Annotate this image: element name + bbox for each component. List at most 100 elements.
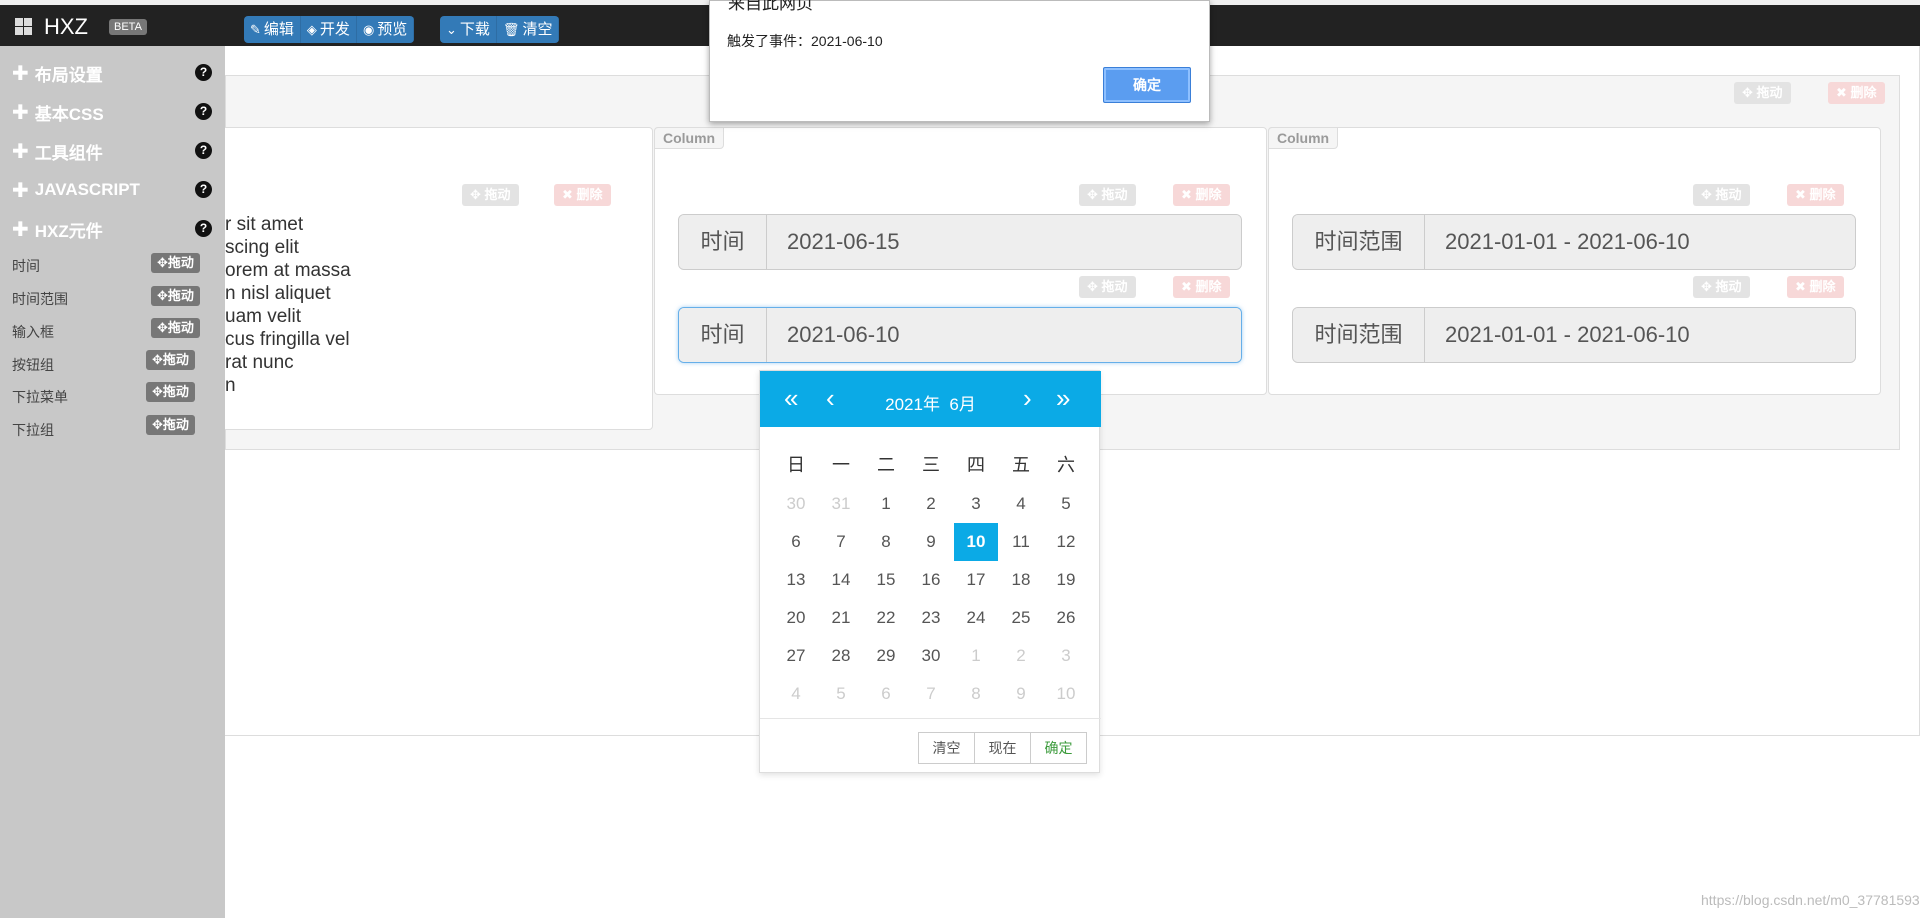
day-cell[interactable]: 13 <box>774 561 818 599</box>
day-cell[interactable]: 29 <box>864 637 908 675</box>
day-cell[interactable]: 1 <box>954 637 998 675</box>
sidebar-section-css[interactable]: ✚ 基本CSS <box>12 100 104 124</box>
sidebar-section-tools[interactable]: ✚ 工具组件 <box>12 139 103 163</box>
range-input[interactable]: 2021-01-01 - 2021-06-10 <box>1425 308 1855 362</box>
now-button[interactable]: 现在 <box>974 732 1031 764</box>
day-cell[interactable]: 21 <box>819 599 863 637</box>
drag-handle-time[interactable]: ✥拖动 <box>151 253 200 273</box>
help-icon[interactable]: ? <box>195 64 212 81</box>
day-cell[interactable]: 31 <box>819 485 863 523</box>
alert-ok-button[interactable]: 确定 <box>1103 67 1191 103</box>
alert-message: 触发了事件：2021-06-10 <box>727 33 883 49</box>
col3b-delete-label: 删除 <box>1809 279 1836 294</box>
day-cell[interactable]: 7 <box>819 523 863 561</box>
sidebar-section-hxz[interactable]: ✚ HXZ元件 <box>12 217 103 241</box>
download-button[interactable]: ⌄ 下载 <box>440 16 497 43</box>
day-cell[interactable]: 6 <box>864 675 908 713</box>
help-icon[interactable]: ? <box>195 142 212 159</box>
col3-delete-button[interactable]: ✖ 删除 <box>1787 184 1844 206</box>
day-cell[interactable]: 15 <box>864 561 908 599</box>
day-cell[interactable]: 20 <box>774 599 818 637</box>
day-cell[interactable]: 30 <box>909 637 953 675</box>
day-cell[interactable]: 8 <box>864 523 908 561</box>
eye-icon: ◉ <box>362 22 375 37</box>
col2b-delete-button[interactable]: ✖ 删除 <box>1173 276 1230 298</box>
day-cell[interactable]: 27 <box>774 637 818 675</box>
col1-delete-button[interactable]: ✖ 删除 <box>554 184 611 206</box>
clear-date-button[interactable]: 清空 <box>918 732 975 764</box>
time-input-active[interactable]: 2021-06-10 <box>767 308 1241 362</box>
day-cell[interactable]: 6 <box>774 523 818 561</box>
day-cell[interactable]: 8 <box>954 675 998 713</box>
day-cell[interactable]: 1 <box>864 485 908 523</box>
develop-button[interactable]: ◈ 开发 <box>300 16 357 43</box>
day-cell[interactable]: 9 <box>999 675 1043 713</box>
range-input[interactable]: 2021-01-01 - 2021-06-10 <box>1425 215 1855 269</box>
day-cell[interactable]: 2 <box>909 485 953 523</box>
day-cell[interactable]: 10 <box>954 523 998 561</box>
col3b-drag-button[interactable]: ✥ 拖动 <box>1693 276 1750 298</box>
component-label-time-range: 时间范围 <box>12 291 68 307</box>
day-cell[interactable]: 19 <box>1044 561 1088 599</box>
day-cell[interactable]: 2 <box>999 637 1043 675</box>
drag-handle-input[interactable]: ✥拖动 <box>151 318 200 338</box>
day-cell[interactable]: 18 <box>999 561 1043 599</box>
clear-button[interactable]: 🗑 清空 <box>496 16 560 43</box>
col3b-delete-button[interactable]: ✖ 删除 <box>1787 276 1844 298</box>
day-cell[interactable]: 16 <box>909 561 953 599</box>
day-cell[interactable]: 30 <box>774 485 818 523</box>
next-month-icon[interactable]: › <box>1023 383 1032 413</box>
day-cell[interactable]: 24 <box>954 599 998 637</box>
day-cell[interactable]: 22 <box>864 599 908 637</box>
lorem-line: scing elit <box>225 237 299 258</box>
row-drag-button[interactable]: ✥ 拖动 <box>1734 82 1791 104</box>
section-label: 布局设置 <box>34 65 103 85</box>
day-cell[interactable]: 4 <box>999 485 1043 523</box>
row-delete-button[interactable]: ✖ 删除 <box>1828 82 1885 104</box>
year-select[interactable]: 2021年 <box>885 395 940 414</box>
day-cell[interactable]: 12 <box>1044 523 1088 561</box>
weekday-label: 三 <box>922 455 940 475</box>
day-cell[interactable]: 25 <box>999 599 1043 637</box>
day-cell[interactable]: 23 <box>909 599 953 637</box>
day-cell[interactable]: 26 <box>1044 599 1088 637</box>
month-select[interactable]: 6月 <box>949 395 975 414</box>
day-cell[interactable]: 14 <box>819 561 863 599</box>
next-year-icon[interactable]: » <box>1056 383 1070 413</box>
col2b-drag-button[interactable]: ✥ 拖动 <box>1079 276 1136 298</box>
day-cell[interactable]: 28 <box>819 637 863 675</box>
col2-drag-button[interactable]: ✥ 拖动 <box>1079 184 1136 206</box>
day-cell[interactable]: 3 <box>1044 637 1088 675</box>
drag-handle-time-range[interactable]: ✥拖动 <box>151 286 200 306</box>
col3-drag-button[interactable]: ✥ 拖动 <box>1693 184 1750 206</box>
day-cell[interactable]: 3 <box>954 485 998 523</box>
day-cell[interactable]: 11 <box>999 523 1043 561</box>
col1-delete-label: 删除 <box>576 187 603 202</box>
day-cell[interactable]: 4 <box>774 675 818 713</box>
sidebar-section-javascript[interactable]: ✚ JAVASCRIPT <box>12 178 140 202</box>
confirm-date-button[interactable]: 确定 <box>1030 732 1087 764</box>
help-icon[interactable]: ? <box>195 181 212 198</box>
day-cell[interactable]: 5 <box>819 675 863 713</box>
day-cell[interactable]: 7 <box>909 675 953 713</box>
beta-badge: BETA <box>109 19 147 35</box>
brand-name[interactable]: HXZ <box>44 14 88 40</box>
time-input[interactable]: 2021-06-15 <box>767 215 1241 269</box>
day-cell[interactable]: 17 <box>954 561 998 599</box>
col2-delete-button[interactable]: ✖ 删除 <box>1173 184 1230 206</box>
help-icon[interactable]: ? <box>195 103 212 120</box>
drag-handle-button-group[interactable]: ✥拖动 <box>146 350 195 370</box>
preview-button[interactable]: ◉ 预览 <box>356 16 415 43</box>
day-cell[interactable]: 9 <box>909 523 953 561</box>
edit-button[interactable]: ✎ 编辑 <box>244 16 301 43</box>
col3-delete-label: 删除 <box>1809 187 1836 202</box>
drag-handle-dropdown[interactable]: ✥拖动 <box>146 382 195 402</box>
help-icon[interactable]: ? <box>195 220 212 237</box>
sidebar-section-layout[interactable]: ✚ 布局设置 <box>12 61 103 85</box>
edit-label: 编辑 <box>263 21 294 38</box>
component-label-dropdown: 下拉菜单 <box>12 389 68 405</box>
day-cell[interactable]: 5 <box>1044 485 1088 523</box>
day-cell[interactable]: 10 <box>1044 675 1088 713</box>
drag-handle-dropdown-group[interactable]: ✥拖动 <box>146 415 195 435</box>
col1-drag-button[interactable]: ✥ 拖动 <box>462 184 519 206</box>
